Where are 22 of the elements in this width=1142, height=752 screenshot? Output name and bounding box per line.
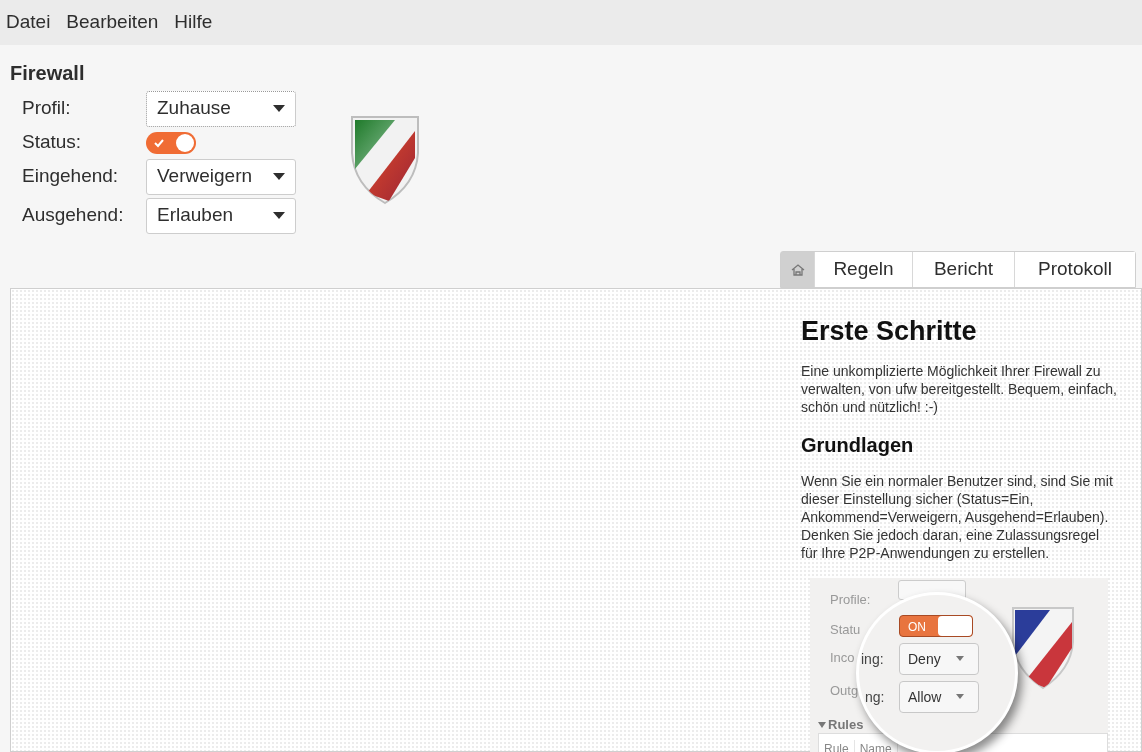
section-label: Rules <box>828 716 864 734</box>
screenshot-label: Profile: <box>830 591 871 609</box>
screenshot-label: Inco <box>830 649 855 667</box>
screenshot-label: Statu <box>830 621 861 639</box>
setting-label: Status: <box>22 130 83 155</box>
menu-item[interactable]: Hilfe <box>174 8 213 37</box>
dropdown[interactable]: Zuhause <box>146 90 296 127</box>
screenshot-label: Outg <box>830 682 859 700</box>
menu-item[interactable]: Datei <box>6 8 51 37</box>
help-subheading: Grundlagen <box>801 433 915 458</box>
setting-label: Eingehend: <box>22 164 120 189</box>
menu-item[interactable]: Bearbeiten <box>66 8 159 37</box>
help-paragraph: Wenn Sie ein normaler Benutzer sind, sind Sie mit dieser Einstellung sicher (Status=Ein, Ankommend=Verweigern, Ausgehend=Erlauben). Denken Sie jedoch daran, eine Zulassungsregel für Ihre P2P-Anwendungen zu erstellen. <box>801 472 1114 562</box>
screenshot-label: ng: <box>865 688 885 706</box>
help-heading: Erste Schritte <box>801 315 978 348</box>
section-title: Firewall <box>10 61 85 86</box>
setting-label: Ausgehend: <box>22 203 125 228</box>
dropdown[interactable]: Verweigern <box>146 158 296 195</box>
setting-label: Profil: <box>22 96 72 121</box>
help-paragraph: Eine unkomplizierte Möglichkeit Ihrer Firewall zu verwalten, von ufw bereitgestellt. Bequem, einfach, schön und nützlich! :-) <box>801 362 1118 416</box>
dropdown[interactable]: Erlauben <box>146 197 296 234</box>
screenshot-label: ing: <box>861 650 884 668</box>
